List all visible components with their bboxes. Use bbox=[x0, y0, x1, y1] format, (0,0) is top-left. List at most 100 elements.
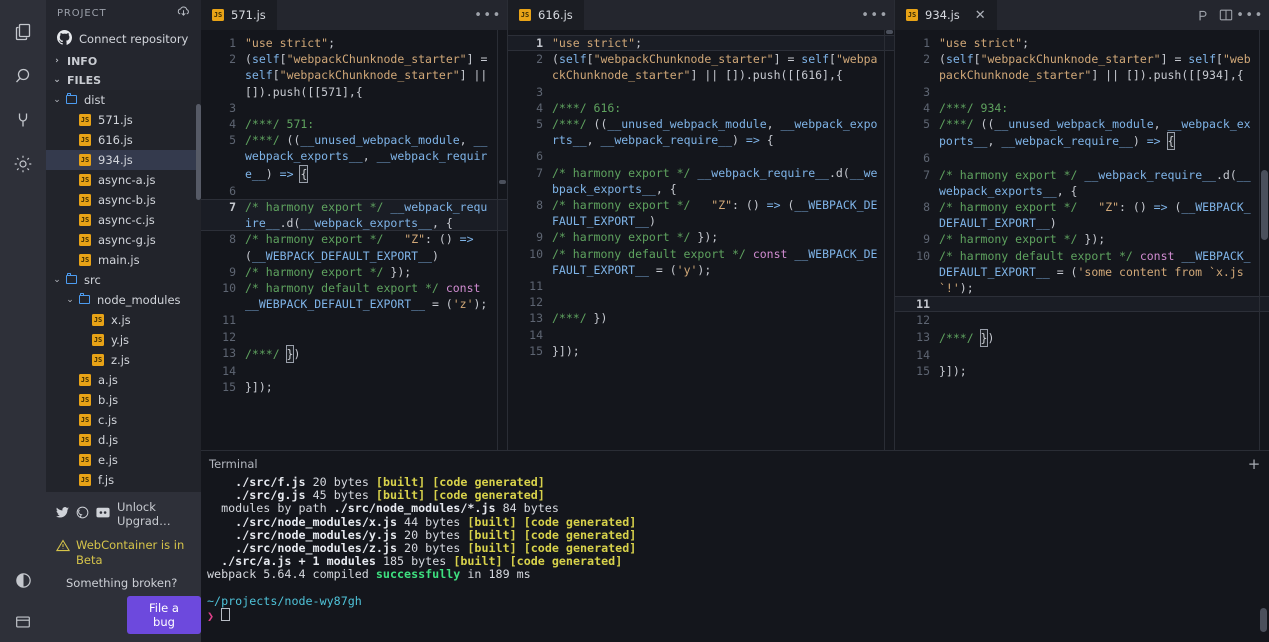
code-line[interactable]: 12 bbox=[895, 312, 1269, 328]
ellipsis-icon[interactable]: ••• bbox=[864, 0, 886, 30]
split-editor-icon[interactable] bbox=[1215, 0, 1237, 30]
code-editor-934[interactable]: 1"use strict";2(self["webpackChunknode_s… bbox=[895, 30, 1269, 450]
code-line[interactable]: 3 bbox=[201, 100, 507, 116]
panel-layout-icon[interactable] bbox=[0, 602, 46, 642]
tree-folder[interactable]: ⌄dist bbox=[46, 90, 201, 110]
close-icon[interactable]: ✕ bbox=[975, 9, 986, 22]
tab-616-js[interactable]: JS 616.js bbox=[508, 0, 584, 30]
code-line[interactable]: 13/***/ }) bbox=[508, 310, 894, 326]
code-line[interactable]: 4/***/ 571: bbox=[201, 116, 507, 132]
editor-scrollbar-934[interactable] bbox=[1260, 30, 1269, 450]
code-line[interactable]: 7/* harmony export */ __webpack_require_… bbox=[201, 199, 507, 231]
tree-file[interactable]: JSc.js bbox=[46, 410, 201, 430]
tree-file[interactable]: JS934.js bbox=[46, 150, 201, 170]
code-line[interactable]: 10/* harmony default export */ const __W… bbox=[895, 248, 1269, 297]
terminal-scrollbar[interactable] bbox=[1260, 608, 1267, 632]
tree-file[interactable]: JSd.js bbox=[46, 430, 201, 450]
code-line[interactable]: 11 bbox=[508, 278, 894, 294]
code-line[interactable]: 8/* harmony export */ "Z": () => (__WEBP… bbox=[895, 199, 1269, 231]
tree-file[interactable]: JSx.js bbox=[46, 310, 201, 330]
cloud-download-icon[interactable] bbox=[176, 4, 191, 22]
code-line[interactable]: 7/* harmony export */ __webpack_require_… bbox=[895, 167, 1269, 199]
tree-file[interactable]: JSy.js bbox=[46, 330, 201, 350]
code-line[interactable]: 9/* harmony export */ }); bbox=[508, 229, 894, 245]
code-line[interactable]: 8/* harmony export */ "Z": () => (__WEBP… bbox=[201, 231, 507, 263]
connect-repository-button[interactable]: Connect repository bbox=[46, 27, 201, 52]
code-editor-571[interactable]: 1"use strict";2(self["webpackChunknode_s… bbox=[201, 30, 507, 450]
code-line[interactable]: 14 bbox=[895, 347, 1269, 363]
code-line[interactable]: 15}]); bbox=[508, 343, 894, 359]
code-line[interactable]: 1"use strict"; bbox=[201, 35, 507, 51]
tree-file[interactable]: JSasync-b.js bbox=[46, 190, 201, 210]
theme-toggle-icon[interactable] bbox=[0, 558, 46, 602]
tree-file[interactable]: JSmain.js bbox=[46, 250, 201, 270]
editor-scrollbar-571[interactable] bbox=[498, 30, 507, 450]
code-line[interactable]: 2(self["webpackChunknode_starter"] = sel… bbox=[201, 51, 507, 100]
unlock-upgrade-label[interactable]: Unlock Upgrad… bbox=[117, 500, 191, 528]
tree-folder[interactable]: ⌄node_modules bbox=[46, 290, 201, 310]
prettier-icon[interactable] bbox=[1191, 0, 1213, 30]
tree-file[interactable]: JSasync-g.js bbox=[46, 230, 201, 250]
tree-file[interactable]: JSg.js bbox=[46, 490, 201, 492]
code-line[interactable]: 6 bbox=[895, 150, 1269, 166]
code-line[interactable]: 14 bbox=[508, 327, 894, 343]
code-line[interactable]: 13/***/ }) bbox=[201, 345, 507, 363]
search-icon[interactable] bbox=[0, 54, 46, 98]
plug-icon[interactable] bbox=[0, 98, 46, 142]
code-line[interactable]: 2(self["webpackChunknode_starter"] = sel… bbox=[508, 51, 894, 83]
code-line[interactable]: 1"use strict"; bbox=[508, 35, 894, 51]
code-line[interactable]: 15}]); bbox=[201, 379, 507, 395]
code-line[interactable]: 8/* harmony export */ "Z": () => (__WEBP… bbox=[508, 197, 894, 229]
ellipsis-icon[interactable]: ••• bbox=[477, 0, 499, 30]
code-line[interactable]: 11 bbox=[895, 296, 1269, 312]
code-line[interactable]: 10/* harmony default export */ const __W… bbox=[201, 280, 507, 312]
github-icon[interactable] bbox=[76, 506, 89, 522]
files-icon[interactable] bbox=[0, 10, 46, 54]
sidebar-section-files[interactable]: ⌄ FILES bbox=[46, 71, 201, 90]
code-line[interactable]: 12 bbox=[201, 329, 507, 345]
gear-icon[interactable] bbox=[0, 142, 46, 186]
code-line[interactable]: 5/***/ ((__unused_webpack_module, __webp… bbox=[895, 116, 1269, 150]
tree-file[interactable]: JS616.js bbox=[46, 130, 201, 150]
tree-file[interactable]: JSa.js bbox=[46, 370, 201, 390]
code-line[interactable]: 1"use strict"; bbox=[895, 35, 1269, 51]
code-line[interactable]: 3 bbox=[895, 84, 1269, 100]
plus-icon[interactable]: + bbox=[1239, 451, 1269, 477]
tree-file[interactable]: JSz.js bbox=[46, 350, 201, 370]
file-tree[interactable]: ⌄distJS571.jsJS616.jsJS934.jsJSasync-a.j… bbox=[46, 90, 201, 492]
tree-file[interactable]: JS571.js bbox=[46, 110, 201, 130]
editor-scrollbar-616[interactable] bbox=[885, 30, 894, 450]
footer-links[interactable]: Unlock Upgrad… bbox=[46, 498, 201, 528]
tree-file[interactable]: JSf.js bbox=[46, 470, 201, 490]
code-line[interactable]: 13/***/ }) bbox=[895, 329, 1269, 347]
discord-icon[interactable] bbox=[96, 507, 110, 521]
tree-file[interactable]: JSasync-a.js bbox=[46, 170, 201, 190]
tab-934-js[interactable]: JS 934.js ✕ bbox=[895, 0, 997, 30]
code-line[interactable]: 9/* harmony export */ }); bbox=[201, 264, 507, 280]
code-line[interactable]: 12 bbox=[508, 294, 894, 310]
tree-file[interactable]: JSb.js bbox=[46, 390, 201, 410]
code-line[interactable]: 9/* harmony export */ }); bbox=[895, 231, 1269, 247]
code-line[interactable]: 5/***/ ((__unused_webpack_module, __webp… bbox=[508, 116, 894, 148]
ellipsis-icon[interactable]: ••• bbox=[1239, 0, 1261, 30]
code-line[interactable]: 5/***/ ((__unused_webpack_module, __webp… bbox=[201, 132, 507, 183]
terminal-output[interactable]: ./src/f.js 20 bytes [built] [code genera… bbox=[201, 476, 1269, 642]
code-line[interactable]: 2(self["webpackChunknode_starter"] = sel… bbox=[895, 51, 1269, 83]
sidebar-section-info[interactable]: › INFO bbox=[46, 51, 201, 70]
code-editor-616[interactable]: 1"use strict";2(self["webpackChunknode_s… bbox=[508, 30, 894, 450]
tree-folder[interactable]: ⌄src bbox=[46, 270, 201, 290]
file-a-bug-button[interactable]: File a bug bbox=[127, 596, 201, 634]
code-line[interactable]: 6 bbox=[508, 148, 894, 164]
code-line[interactable]: 10/* harmony default export */ const __W… bbox=[508, 246, 894, 278]
twitter-icon[interactable] bbox=[56, 506, 69, 522]
tree-file[interactable]: JSasync-c.js bbox=[46, 210, 201, 230]
code-line[interactable]: 3 bbox=[508, 84, 894, 100]
tree-file[interactable]: JSe.js bbox=[46, 450, 201, 470]
code-line[interactable]: 11 bbox=[201, 312, 507, 328]
code-line[interactable]: 7/* harmony export */ __webpack_require_… bbox=[508, 165, 894, 197]
code-line[interactable]: 15}]); bbox=[895, 363, 1269, 379]
tab-571-js[interactable]: JS 571.js bbox=[201, 0, 277, 30]
code-line[interactable]: 4/***/ 616: bbox=[508, 100, 894, 116]
code-line[interactable]: 14 bbox=[201, 363, 507, 379]
code-line[interactable]: 6 bbox=[201, 183, 507, 199]
